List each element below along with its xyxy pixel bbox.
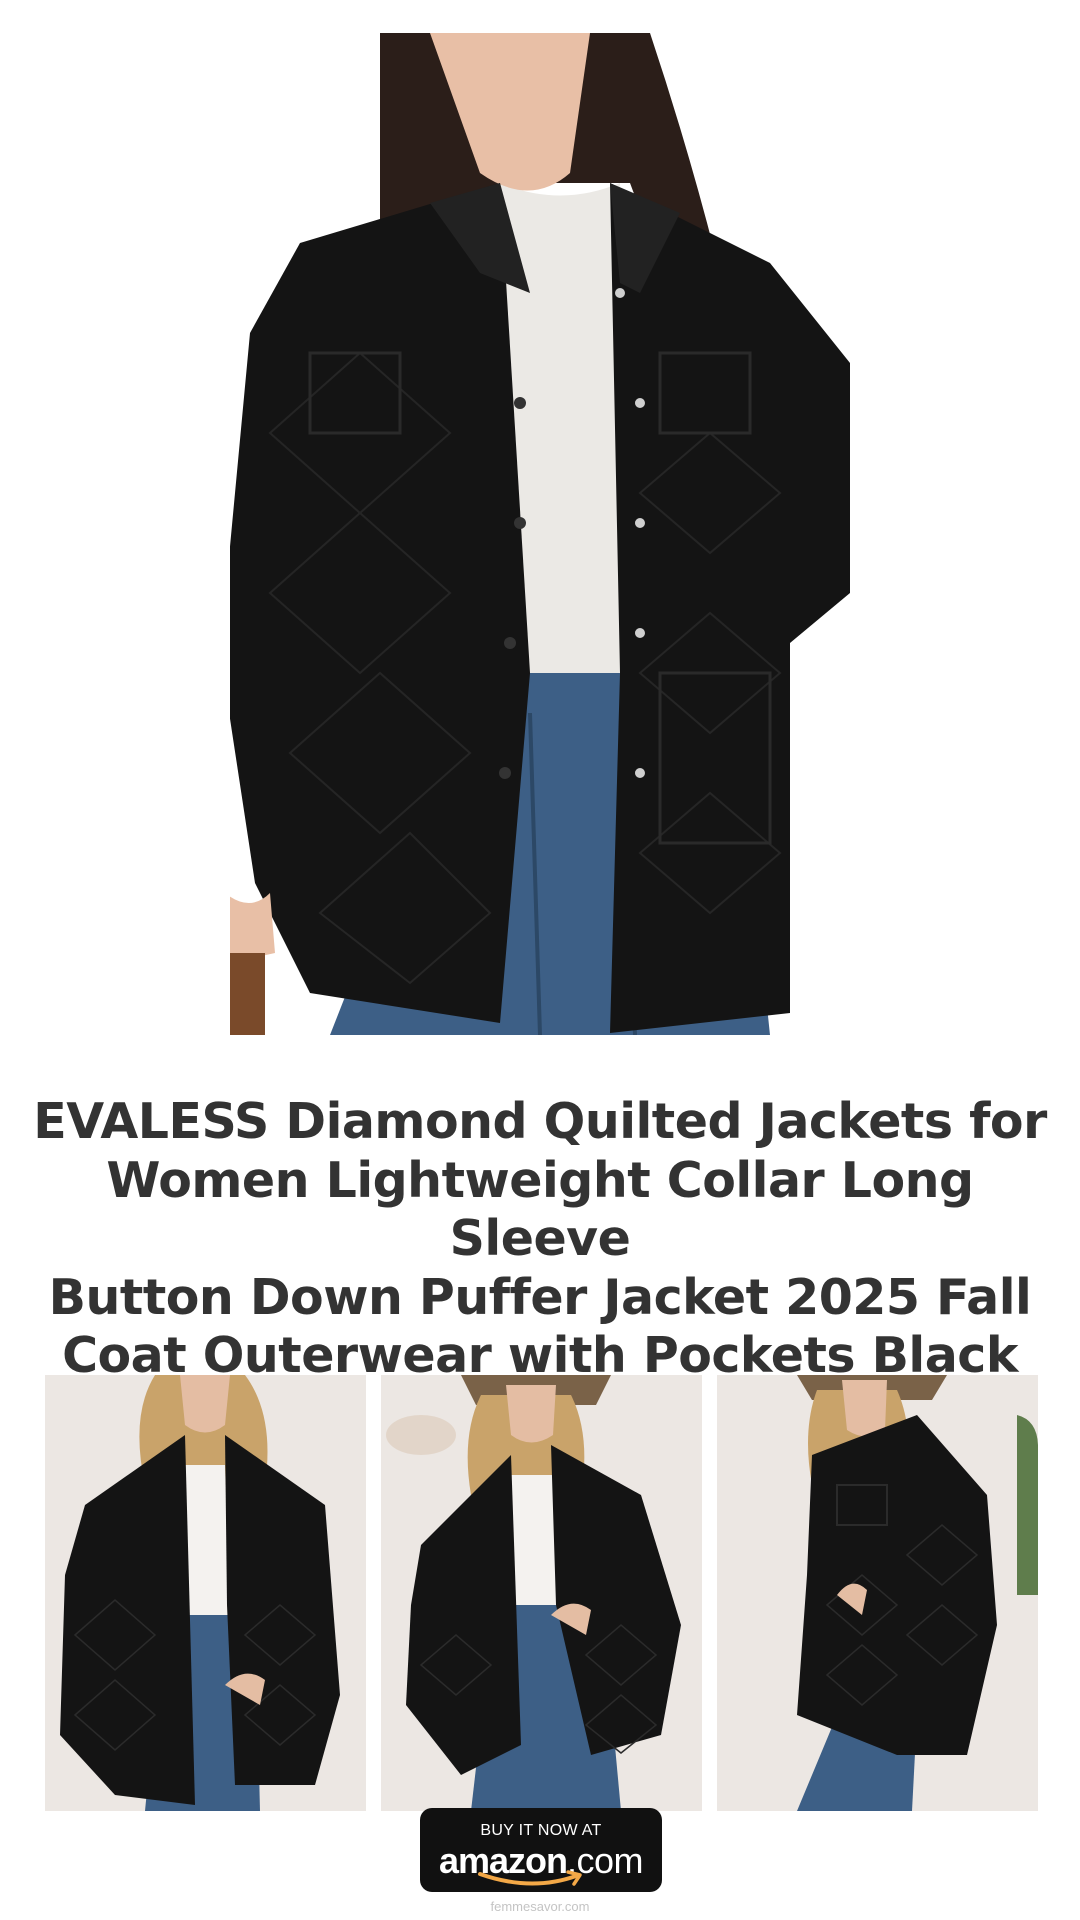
title-line-2: Women Lightweight Collar Long Sleeve [106, 1151, 974, 1268]
thumbnail-side-view[interactable] [381, 1375, 702, 1811]
thumbnail-front-view[interactable] [45, 1375, 366, 1811]
site-watermark: femmesavor.com [490, 1899, 590, 1914]
title-line-1: EVALESS Diamond Quilted Jackets for [33, 1093, 1047, 1150]
buy-on-amazon-button[interactable]: BUY IT NOW AT amazon.com [420, 1808, 662, 1892]
thumbnail-profile-view[interactable] [717, 1375, 1038, 1811]
title-line-3: Button Down Puffer Jacket 2025 Fall [48, 1268, 1032, 1326]
product-main-image[interactable] [230, 33, 850, 1035]
thumbnail-gallery [45, 1375, 1038, 1811]
buy-it-now-label: BUY IT NOW AT [480, 1822, 602, 1839]
amazon-smile-icon [478, 1870, 582, 1886]
